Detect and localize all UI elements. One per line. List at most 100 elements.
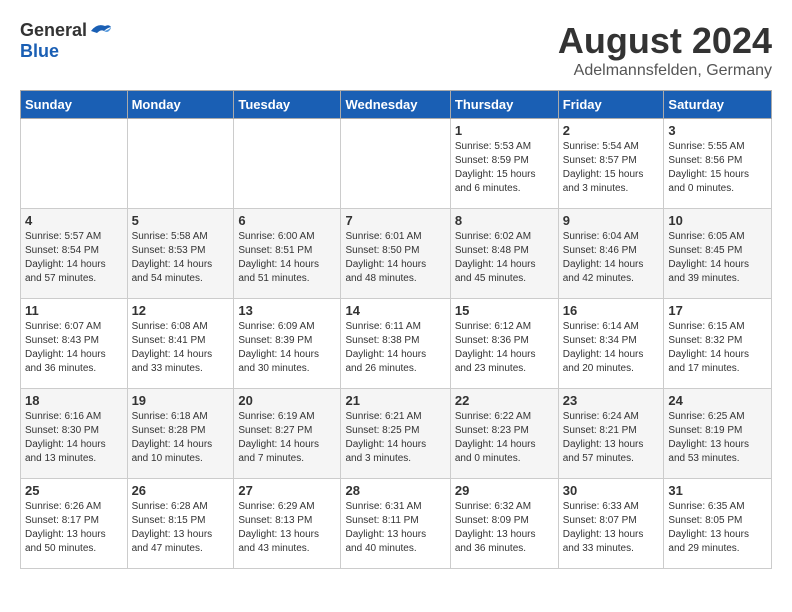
day-info: Sunrise: 6:18 AM Sunset: 8:28 PM Dayligh… — [132, 410, 230, 466]
day-number: 30 — [563, 483, 660, 498]
logo-blue-text: Blue — [20, 41, 59, 62]
day-info: Sunrise: 6:00 AM Sunset: 8:51 PM Dayligh… — [238, 230, 336, 286]
day-number: 15 — [455, 303, 554, 318]
day-info: Sunrise: 6:02 AM Sunset: 8:48 PM Dayligh… — [455, 230, 554, 286]
day-number: 1 — [455, 123, 554, 138]
day-number: 23 — [563, 393, 660, 408]
calendar-cell — [341, 119, 450, 209]
calendar-cell: 20Sunrise: 6:19 AM Sunset: 8:27 PM Dayli… — [234, 389, 341, 479]
day-info: Sunrise: 6:16 AM Sunset: 8:30 PM Dayligh… — [25, 410, 123, 466]
day-number: 6 — [238, 213, 336, 228]
day-info: Sunrise: 6:33 AM Sunset: 8:07 PM Dayligh… — [563, 500, 660, 556]
calendar-cell: 13 Sunrise: 6:09 AM Sunset: 8:39 PM Dayli… — [234, 299, 341, 389]
day-info: Sunrise: 6:32 AM Sunset: 8:09 PM Dayligh… — [455, 500, 554, 556]
calendar-header-row: SundayMondayTuesdayWednesdayThursdayFrid… — [21, 91, 772, 119]
calendar-cell: 7 Sunrise: 6:01 AM Sunset: 8:50 PM Daylig… — [341, 209, 450, 299]
calendar-week-row: 25Sunrise: 6:26 AM Sunset: 8:17 PM Dayli… — [21, 479, 772, 569]
calendar-cell: 21 Sunrise: 6:21 AM Sunset: 8:25 PM Dayli… — [341, 389, 450, 479]
day-number: 26 — [132, 483, 230, 498]
calendar-cell: 12Sunrise: 6:08 AM Sunset: 8:41 PM Dayli… — [127, 299, 234, 389]
title-section: August 2024 Adelmannsfelden, Germany — [558, 20, 772, 80]
day-number: 20 — [238, 393, 336, 408]
calendar-cell: 22 Sunrise: 6:22 AM Sunset: 8:23 PM Dayli… — [450, 389, 558, 479]
day-number: 21 — [345, 393, 445, 408]
day-info: Sunrise: 6:22 AM Sunset: 8:23 PM Dayligh… — [455, 410, 554, 466]
day-info: Sunrise: 6:11 AM Sunset: 8:38 PM Dayligh… — [345, 320, 445, 376]
calendar-table: SundayMondayTuesdayWednesdayThursdayFrid… — [20, 90, 772, 569]
calendar-cell: 10 Sunrise: 6:05 AM Sunset: 8:45 PM Dayli… — [664, 209, 772, 299]
day-number: 12 — [132, 303, 230, 318]
day-number: 10 — [668, 213, 767, 228]
day-number: 19 — [132, 393, 230, 408]
calendar-cell: 16Sunrise: 6:14 AM Sunset: 8:34 PM Dayli… — [558, 299, 664, 389]
day-number: 3 — [668, 123, 767, 138]
calendar-week-row: 4Sunrise: 5:57 AM Sunset: 8:54 PM Daylig… — [21, 209, 772, 299]
day-number: 14 — [345, 303, 445, 318]
day-number: 11 — [25, 303, 123, 318]
calendar-cell: 26Sunrise: 6:28 AM Sunset: 8:15 PM Dayli… — [127, 479, 234, 569]
day-info: Sunrise: 6:05 AM Sunset: 8:45 PM Dayligh… — [668, 230, 767, 286]
calendar-cell: 31 Sunrise: 6:35 AM Sunset: 8:05 PM Dayli… — [664, 479, 772, 569]
calendar-header-tuesday: Tuesday — [234, 91, 341, 119]
day-number: 17 — [668, 303, 767, 318]
calendar-cell — [234, 119, 341, 209]
calendar-cell: 15Sunrise: 6:12 AM Sunset: 8:36 PM Dayli… — [450, 299, 558, 389]
calendar-cell: 28Sunrise: 6:31 AM Sunset: 8:11 PM Dayli… — [341, 479, 450, 569]
day-info: Sunrise: 5:53 AM Sunset: 8:59 PM Dayligh… — [455, 140, 554, 196]
day-info: Sunrise: 6:07 AM Sunset: 8:43 PM Dayligh… — [25, 320, 123, 376]
logo-bird-icon — [89, 21, 113, 41]
calendar-header-thursday: Thursday — [450, 91, 558, 119]
day-info: Sunrise: 5:57 AM Sunset: 8:54 PM Dayligh… — [25, 230, 123, 286]
calendar-header-monday: Monday — [127, 91, 234, 119]
calendar-cell: 25Sunrise: 6:26 AM Sunset: 8:17 PM Dayli… — [21, 479, 128, 569]
calendar-week-row: 18 Sunrise: 6:16 AM Sunset: 8:30 PM Dayli… — [21, 389, 772, 479]
day-info: Sunrise: 6:24 AM Sunset: 8:21 PM Dayligh… — [563, 410, 660, 466]
calendar-cell: 11 Sunrise: 6:07 AM Sunset: 8:43 PM Dayli… — [21, 299, 128, 389]
day-info: Sunrise: 6:25 AM Sunset: 8:19 PM Dayligh… — [668, 410, 767, 466]
day-number: 27 — [238, 483, 336, 498]
calendar-cell: 6 Sunrise: 6:00 AM Sunset: 8:51 PM Daylig… — [234, 209, 341, 299]
calendar-cell: 24Sunrise: 6:25 AM Sunset: 8:19 PM Dayli… — [664, 389, 772, 479]
calendar-cell: 2Sunrise: 5:54 AM Sunset: 8:57 PM Daylig… — [558, 119, 664, 209]
day-number: 9 — [563, 213, 660, 228]
calendar-header-sunday: Sunday — [21, 91, 128, 119]
calendar-cell: 9Sunrise: 6:04 AM Sunset: 8:46 PM Daylig… — [558, 209, 664, 299]
day-number: 31 — [668, 483, 767, 498]
day-info: Sunrise: 5:54 AM Sunset: 8:57 PM Dayligh… — [563, 140, 660, 196]
calendar-cell: 14 Sunrise: 6:11 AM Sunset: 8:38 PM Dayli… — [341, 299, 450, 389]
day-number: 22 — [455, 393, 554, 408]
calendar-cell: 29Sunrise: 6:32 AM Sunset: 8:09 PM Dayli… — [450, 479, 558, 569]
logo: General Blue — [20, 20, 113, 62]
calendar-cell: 30 Sunrise: 6:33 AM Sunset: 8:07 PM Dayli… — [558, 479, 664, 569]
calendar-week-row: 1 Sunrise: 5:53 AM Sunset: 8:59 PM Daylig… — [21, 119, 772, 209]
day-info: Sunrise: 5:55 AM Sunset: 8:56 PM Dayligh… — [668, 140, 767, 196]
calendar-cell: 8Sunrise: 6:02 AM Sunset: 8:48 PM Daylig… — [450, 209, 558, 299]
page-header: General Blue August 2024 Adelmannsfelden… — [20, 20, 772, 80]
day-number: 18 — [25, 393, 123, 408]
calendar-header-wednesday: Wednesday — [341, 91, 450, 119]
month-year-title: August 2024 — [558, 20, 772, 62]
day-info: Sunrise: 6:26 AM Sunset: 8:17 PM Dayligh… — [25, 500, 123, 556]
day-info: Sunrise: 6:01 AM Sunset: 8:50 PM Dayligh… — [345, 230, 445, 286]
day-info: Sunrise: 6:14 AM Sunset: 8:34 PM Dayligh… — [563, 320, 660, 376]
day-info: Sunrise: 6:15 AM Sunset: 8:32 PM Dayligh… — [668, 320, 767, 376]
logo-general-text: General — [20, 20, 87, 41]
day-info: Sunrise: 6:29 AM Sunset: 8:13 PM Dayligh… — [238, 500, 336, 556]
calendar-cell: 27 Sunrise: 6:29 AM Sunset: 8:13 PM Dayli… — [234, 479, 341, 569]
calendar-cell: 23 Sunrise: 6:24 AM Sunset: 8:21 PM Dayli… — [558, 389, 664, 479]
calendar-cell: 3 Sunrise: 5:55 AM Sunset: 8:56 PM Daylig… — [664, 119, 772, 209]
calendar-week-row: 11 Sunrise: 6:07 AM Sunset: 8:43 PM Dayli… — [21, 299, 772, 389]
calendar-header-saturday: Saturday — [664, 91, 772, 119]
calendar-cell: 18 Sunrise: 6:16 AM Sunset: 8:30 PM Dayli… — [21, 389, 128, 479]
day-info: Sunrise: 6:35 AM Sunset: 8:05 PM Dayligh… — [668, 500, 767, 556]
calendar-cell: 17 Sunrise: 6:15 AM Sunset: 8:32 PM Dayli… — [664, 299, 772, 389]
day-number: 7 — [345, 213, 445, 228]
day-number: 5 — [132, 213, 230, 228]
calendar-cell — [21, 119, 128, 209]
calendar-body: 1 Sunrise: 5:53 AM Sunset: 8:59 PM Daylig… — [21, 119, 772, 569]
day-info: Sunrise: 6:21 AM Sunset: 8:25 PM Dayligh… — [345, 410, 445, 466]
day-info: Sunrise: 6:31 AM Sunset: 8:11 PM Dayligh… — [345, 500, 445, 556]
day-number: 13 — [238, 303, 336, 318]
day-info: Sunrise: 6:09 AM Sunset: 8:39 PM Dayligh… — [238, 320, 336, 376]
calendar-cell: 5Sunrise: 5:58 AM Sunset: 8:53 PM Daylig… — [127, 209, 234, 299]
